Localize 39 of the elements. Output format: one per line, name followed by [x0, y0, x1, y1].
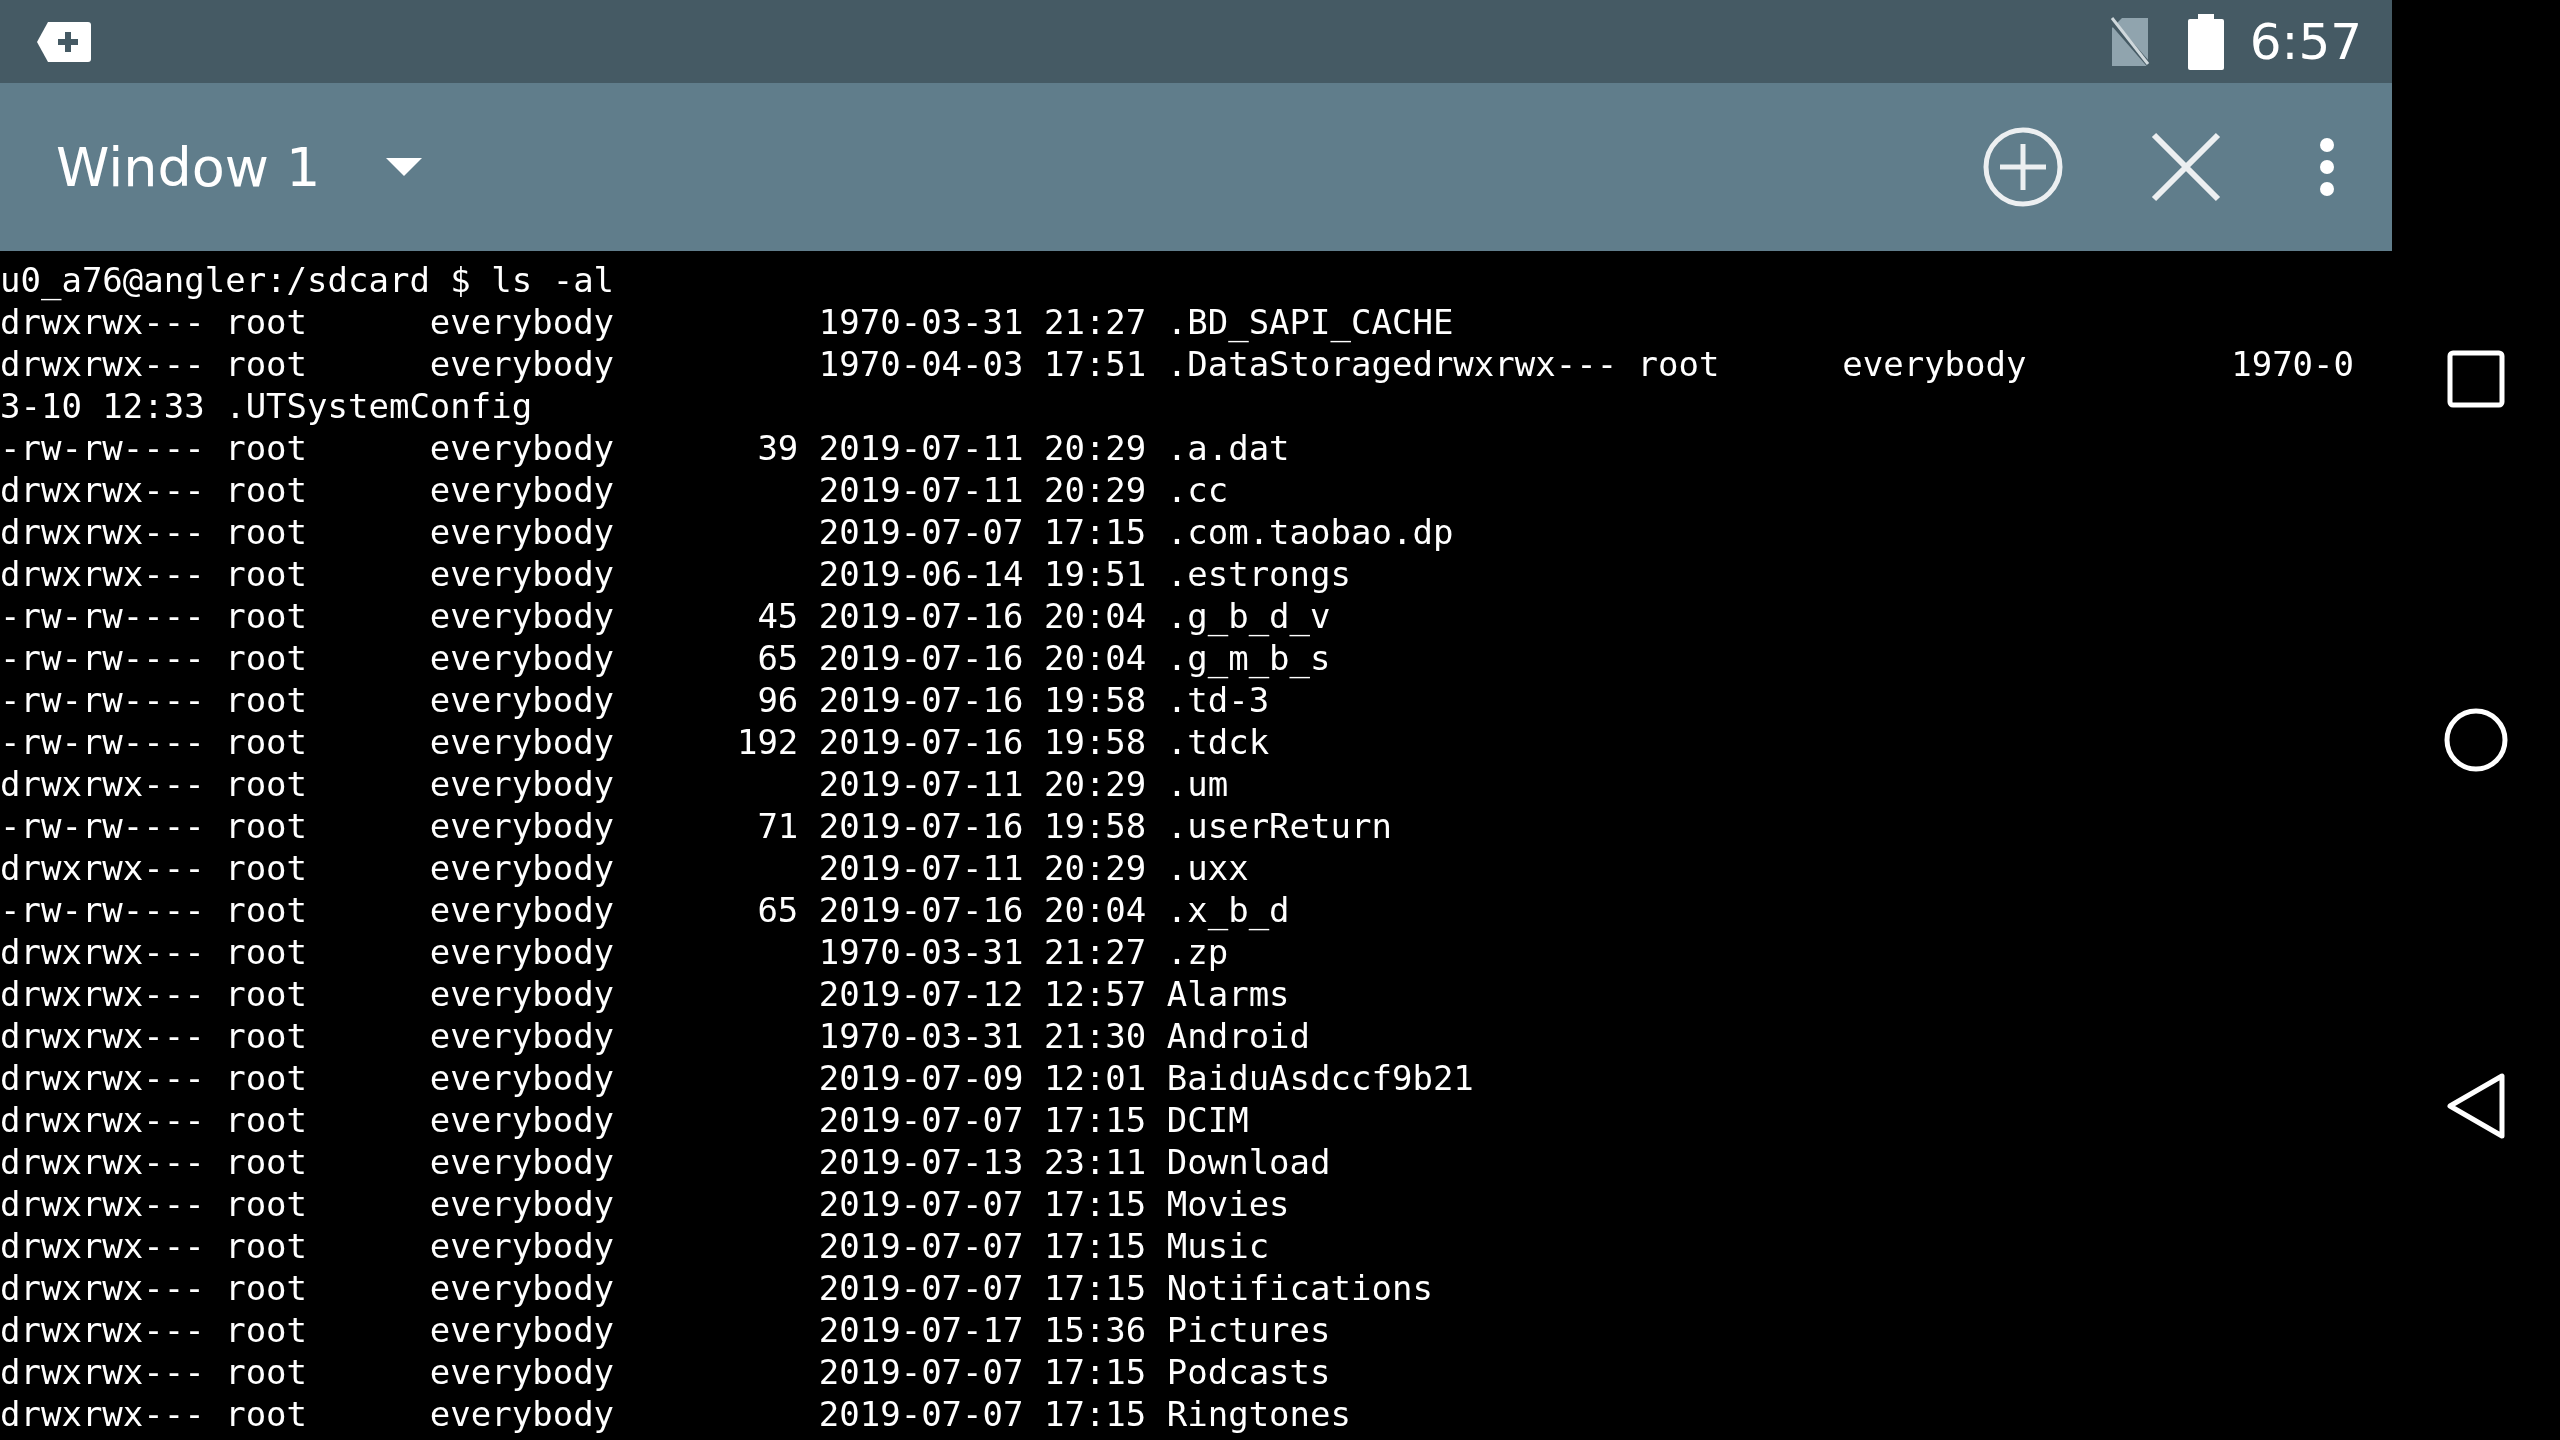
terminal-line: drwxrwx--- root everybody 2019-07-07 17:15 DCIM	[0, 1099, 1250, 1141]
terminal-line: drwxrwx--- root everybody 2019-07-17 15:36 Pictures	[0, 1309, 1332, 1351]
terminal-line: drwxrwx--- root everybody 1970-04-03 17:51 .DataStoragedrwxrwx--- root everybody 1970-0	[0, 343, 2356, 385]
terminal-line: drwxrwx--- root everybody 2019-07-07 17:15 Notifications	[0, 1267, 1434, 1309]
back-triangle-icon[interactable]	[2446, 1072, 2506, 1141]
terminal-line: -rw-rw---- root everybody 192 2019-07-16 19:58 .tdck	[0, 721, 1271, 763]
terminal-line: drwxrwx--- root everybody 2019-07-12 12:57 Alarms	[0, 973, 1291, 1015]
terminal-line: drwxrwx--- root everybody 1970-03-31 21:27 .zp	[0, 931, 1230, 973]
terminal-plus-icon	[36, 19, 92, 64]
terminal-line: drwxrwx--- root everybody 2019-07-07 17:15 Music	[0, 1225, 1271, 1267]
terminal-line: -rw-rw---- root everybody 65 2019-07-16 20:04 .g_m_b_s	[0, 637, 1332, 679]
dropdown-caret-icon[interactable]	[384, 156, 425, 178]
terminal-line: u0_a76@angler:/sdcard $ ls -al	[0, 259, 616, 301]
terminal-line: drwxrwx--- root everybody 2019-07-11 20:29 .cc	[0, 469, 1230, 511]
terminal-line: 3-10 12:33 .UTSystemConfig	[0, 385, 534, 427]
terminal-line: drwxrwx--- root everybody 2019-07-09 12:01 BaiduAsdccf9b21	[0, 1057, 1475, 1099]
terminal-line: drwxrwx--- root everybody 1970-03-31 21:30 Android	[0, 1015, 1312, 1057]
close-icon[interactable]	[2150, 131, 2222, 203]
recents-square-icon[interactable]	[2447, 349, 2505, 408]
terminal-line: drwxrwx--- root everybody 2019-07-11 20:29 .um	[0, 763, 1230, 805]
terminal-line: drwxrwx--- root everybody 2019-07-07 17:15 .com.taobao.dp	[0, 511, 1455, 553]
terminal-line: -rw-rw---- root everybody 96 2019-07-16 19:58 .td-3	[0, 679, 1271, 721]
terminal-line: drwxrwx--- root everybody 2019-07-07 17:15 Movies	[0, 1183, 1291, 1225]
terminal-line: -rw-rw---- root everybody 71 2019-07-16 19:58 .userReturn	[0, 805, 1393, 847]
add-circle-icon[interactable]	[1982, 126, 2064, 208]
terminal-line: -rw-rw---- root everybody 45 2019-07-16 20:04 .g_b_d_v	[0, 595, 1332, 637]
clock-time: 6:57	[2249, 12, 2362, 71]
terminal-line: drwxrwx--- root everybody 2019-07-11 20:29 .uxx	[0, 847, 1250, 889]
terminal-line: drwxrwx--- root everybody 2019-07-07 17:15 Ringtones	[0, 1393, 1352, 1435]
battery-icon	[2187, 13, 2224, 70]
window-title[interactable]: Window 1	[56, 135, 321, 199]
terminal-line: drwxrwx--- root everybody 2019-07-13 23:11 Download	[0, 1141, 1332, 1183]
terminal-line: -rw-rw---- root everybody 65 2019-07-16 20:04 .x_b_d	[0, 889, 1291, 931]
terminal-line: drwxrwx--- root everybody 2019-07-07 17:15 Podcasts	[0, 1351, 1332, 1393]
terminal-line: -rw-rw---- root everybody 39 2019-07-11 20:29 .a.dat	[0, 427, 1291, 469]
more-vertical-icon[interactable]	[2318, 137, 2336, 197]
terminal-line: drwxrwx--- root everybody 1970-03-31 21:27 .BD_SAPI_CACHE	[0, 301, 1455, 343]
terminal-line: drwxrwx--- root everybody 2019-06-14 19:51 .estrongs	[0, 553, 1352, 595]
home-circle-icon[interactable]	[2443, 707, 2509, 773]
